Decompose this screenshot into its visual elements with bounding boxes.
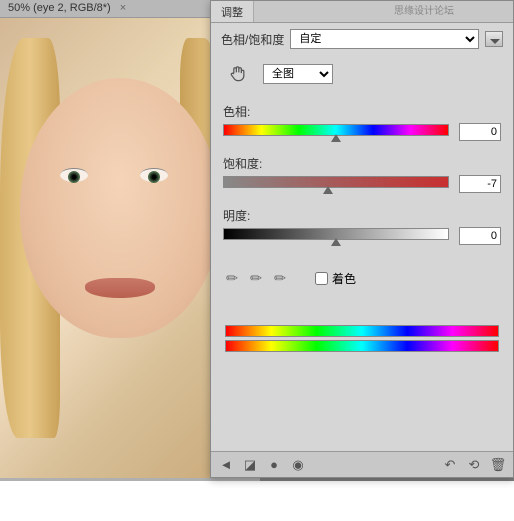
tool-row: 全图: [211, 55, 513, 99]
panel-menu-button[interactable]: [485, 31, 503, 47]
watermark-text: 思缘设计论坛: [394, 2, 454, 17]
lightness-slider[interactable]: [223, 228, 449, 244]
lightness-value-input[interactable]: [459, 227, 501, 245]
tab-close-icon[interactable]: ×: [120, 2, 126, 14]
saturation-slider[interactable]: [223, 176, 449, 192]
preset-select[interactable]: 自定: [290, 29, 479, 49]
image-content: [60, 168, 88, 182]
image-content: [85, 278, 155, 298]
toggle-visibility-icon[interactable]: ◉: [289, 456, 307, 474]
eyedropper-subtract-icon[interactable]: ✎: [267, 265, 292, 290]
colorize-label: 着色: [332, 270, 356, 287]
expand-view-icon[interactable]: ◪: [241, 456, 259, 474]
spectrum-bottom: [225, 340, 499, 352]
image-content: [20, 78, 220, 338]
preset-label: 色相/饱和度: [221, 31, 284, 48]
panel-footer: ◄ ◪ ● ◉ ↶ ⟲ 🗑: [211, 451, 513, 477]
colorize-input[interactable]: [315, 272, 328, 285]
spectrum-top: [225, 325, 499, 337]
saturation-value-input[interactable]: [459, 175, 501, 193]
adjustments-panel: 调整 色相/饱和度 自定 全图 色相: 饱和度:: [210, 0, 514, 478]
hue-label: 色相:: [223, 103, 501, 120]
hue-slider-group: 色相:: [211, 99, 513, 151]
eyedropper-add-icon[interactable]: ✎: [243, 265, 268, 290]
lightness-slider-group: 明度:: [211, 203, 513, 255]
hue-slider[interactable]: [223, 124, 449, 140]
reset-icon[interactable]: ⟲: [465, 456, 483, 474]
clip-to-layer-icon[interactable]: ●: [265, 456, 283, 474]
bottom-strip: [0, 481, 514, 521]
return-to-list-icon[interactable]: ◄: [217, 456, 235, 474]
previous-state-icon[interactable]: ↶: [441, 456, 459, 474]
targeted-adjustment-icon[interactable]: [227, 63, 249, 85]
tab-adjustments[interactable]: 调整: [211, 1, 254, 22]
lightness-label: 明度:: [223, 207, 501, 224]
panel-tab-bar: 调整: [211, 1, 513, 23]
colorize-checkbox[interactable]: 着色: [315, 270, 356, 287]
saturation-label: 饱和度:: [223, 155, 501, 172]
eyedropper-icon[interactable]: ✎: [219, 265, 244, 290]
document-title[interactable]: 50% (eye 2, RGB/8*): [8, 2, 111, 14]
delete-icon[interactable]: 🗑: [489, 456, 507, 474]
channel-select[interactable]: 全图: [263, 64, 333, 84]
preset-row: 色相/饱和度 自定: [211, 23, 513, 55]
spectrum-display: [211, 301, 513, 367]
image-content: [140, 168, 168, 182]
eyedropper-row: ✎ ✎ ✎ 着色: [211, 255, 513, 301]
saturation-slider-group: 饱和度:: [211, 151, 513, 203]
hue-value-input[interactable]: [459, 123, 501, 141]
